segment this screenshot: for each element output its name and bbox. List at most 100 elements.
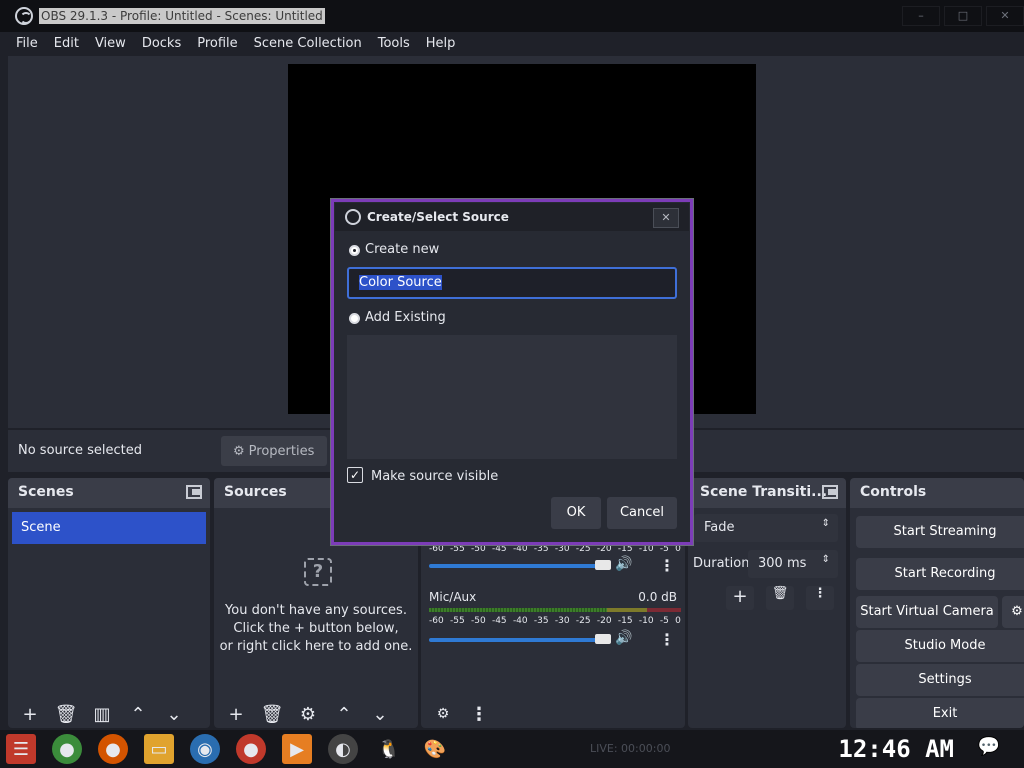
move-up-icon[interactable]: ⌃ — [330, 702, 358, 726]
title-bar: OBS 29.1.3 - Profile: Untitled - Scenes:… — [0, 0, 1024, 32]
scene-list-item[interactable]: Scene — [12, 512, 206, 544]
duration-label: Duration — [693, 556, 750, 571]
mixer-toolbar: ⚙ ⋮ — [421, 700, 685, 728]
menu-profile[interactable]: Profile — [197, 36, 237, 51]
maximize-button[interactable]: □ — [944, 6, 982, 26]
scenes-toolbar: + 🗑 ▥ ⌃ ⌄ — [8, 700, 210, 728]
folder-icon[interactable]: ▭ — [144, 734, 174, 764]
start-streaming-button[interactable]: Start Streaming — [856, 516, 1024, 548]
properties-button[interactable]: ⚙ Properties — [221, 436, 327, 466]
move-down-icon[interactable]: ⌄ — [366, 702, 394, 726]
exit-button[interactable]: Exit — [856, 698, 1024, 728]
menu-docks[interactable]: Docks — [142, 36, 181, 51]
window-title: OBS 29.1.3 - Profile: Untitled - Scenes:… — [39, 8, 325, 24]
transition-select-value: Fade — [704, 520, 735, 535]
move-down-icon[interactable]: ⌄ — [160, 702, 188, 726]
studio-mode-button[interactable]: Studio Mode — [856, 630, 1024, 662]
taskbar: ☰ ● ● ▭ ◉ ● ▶ ◐ 🐧 🎨 LIVE: 00:00:00 12:46… — [0, 730, 1024, 768]
scene-transitions-dock: Scene Transiti... Fade ⇕ Duration 300 ms… — [688, 478, 846, 728]
volume-knob[interactable] — [595, 560, 611, 570]
menu-edit[interactable]: Edit — [54, 36, 79, 51]
updown-icon: ⇕ — [821, 518, 830, 529]
menu-view[interactable]: View — [95, 36, 126, 51]
make-visible-checkbox[interactable]: ✓ — [347, 467, 363, 483]
gear-icon[interactable]: ⚙ — [1002, 596, 1024, 628]
linux-icon[interactable]: 🐧 — [374, 734, 404, 764]
add-icon[interactable]: + — [16, 702, 44, 726]
advanced-audio-icon[interactable]: ⚙ — [429, 702, 457, 726]
add-transition-icon[interactable]: + — [726, 586, 754, 610]
settings-button[interactable]: Settings — [856, 664, 1024, 696]
close-button[interactable]: ✕ — [986, 6, 1024, 26]
volume-slider[interactable] — [429, 634, 611, 644]
window-controls: – □ ✕ — [898, 6, 1024, 26]
media-icon[interactable]: ◉ — [190, 734, 220, 764]
controls-dock: Controls Start Streaming Start Recording… — [850, 478, 1024, 728]
level-meter — [429, 608, 681, 612]
obs-taskbar-icon[interactable]: ◐ — [328, 734, 358, 764]
more-options-icon[interactable]: ⋮ — [659, 630, 675, 649]
duration-value: 300 ms — [758, 556, 807, 571]
gear-icon[interactable]: ⚙ — [294, 702, 322, 726]
trash-icon[interactable]: 🗑 — [766, 586, 794, 610]
properties-label: Properties — [248, 443, 315, 459]
live-status: LIVE: 00:00:00 — [590, 742, 671, 755]
channel-name: Mic/Aux — [429, 590, 477, 604]
volume-knob[interactable] — [595, 634, 611, 644]
transition-select[interactable]: Fade ⇕ — [694, 514, 838, 542]
scenes-dock: Scenes Scene + 🗑 ▥ ⌃ ⌄ — [8, 478, 210, 728]
make-visible-label: Make source visible — [371, 469, 499, 484]
add-existing-radio[interactable] — [349, 313, 360, 324]
dialog-header: Create/Select Source ✕ — [335, 203, 689, 231]
menu-file[interactable]: File — [16, 36, 38, 51]
start-menu-icon[interactable]: ☰ — [6, 734, 36, 764]
trash-icon[interactable]: 🗑 — [258, 702, 286, 726]
source-name-value: Color Source — [359, 275, 442, 290]
existing-sources-list[interactable] — [347, 335, 677, 459]
paint-icon[interactable]: 🎨 — [420, 734, 450, 764]
menu-tools[interactable]: Tools — [378, 36, 410, 51]
duration-spinbox[interactable]: 300 ms ⇕ — [748, 550, 838, 578]
record-icon[interactable]: ● — [236, 734, 266, 764]
menu-bar: File Edit View Docks Profile Scene Colle… — [0, 32, 1024, 54]
move-up-icon[interactable]: ⌃ — [124, 702, 152, 726]
minimize-button[interactable]: – — [902, 6, 940, 26]
speaker-icon[interactable]: 🔊 — [615, 630, 632, 646]
clock: 12:46 AM — [838, 735, 954, 763]
volume-slider[interactable] — [429, 560, 611, 570]
undock-icon[interactable] — [822, 485, 838, 499]
transitions-title: Scene Transiti... — [700, 484, 828, 500]
dialog-close-button[interactable]: ✕ — [653, 208, 679, 228]
obs-logo-icon — [15, 7, 33, 25]
player-icon[interactable]: ▶ — [282, 734, 312, 764]
more-options-icon[interactable]: ⋮ — [659, 556, 675, 575]
add-icon[interactable]: + — [222, 702, 250, 726]
sources-title: Sources — [224, 484, 287, 500]
chrome-icon[interactable]: ● — [52, 734, 82, 764]
more-options-icon[interactable]: ⋮ — [465, 702, 493, 726]
cancel-button[interactable]: Cancel — [607, 497, 677, 529]
create-new-radio[interactable] — [349, 245, 360, 256]
sources-toolbar: + 🗑 ⚙ ⌃ ⌄ — [214, 700, 418, 728]
start-recording-button[interactable]: Start Recording — [856, 558, 1024, 590]
scenes-title: Scenes — [18, 484, 74, 500]
start-virtual-camera-button[interactable]: Start Virtual Camera — [856, 596, 998, 628]
add-existing-label: Add Existing — [365, 310, 446, 325]
menu-help[interactable]: Help — [426, 36, 456, 51]
more-options-icon[interactable]: ⋮ — [806, 586, 834, 610]
updown-icon: ⇕ — [821, 554, 830, 565]
notification-icon[interactable]: 💬 — [978, 736, 1000, 757]
empty-line-3: or right click here to add one. — [219, 639, 413, 654]
filter-icon[interactable]: ▥ — [88, 702, 116, 726]
menu-scene-collection[interactable]: Scene Collection — [254, 36, 362, 51]
firefox-icon[interactable]: ● — [98, 734, 128, 764]
undock-icon[interactable] — [186, 485, 202, 499]
speaker-icon[interactable]: 🔊 — [615, 556, 632, 572]
empty-line-2: Click the + button below, — [233, 621, 399, 636]
controls-title: Controls — [860, 484, 927, 500]
ok-button[interactable]: OK — [551, 497, 601, 529]
create-new-label: Create new — [365, 242, 440, 257]
no-source-label: No source selected — [18, 443, 142, 458]
source-name-input[interactable]: Color Source — [347, 267, 677, 299]
trash-icon[interactable]: 🗑 — [52, 702, 80, 726]
